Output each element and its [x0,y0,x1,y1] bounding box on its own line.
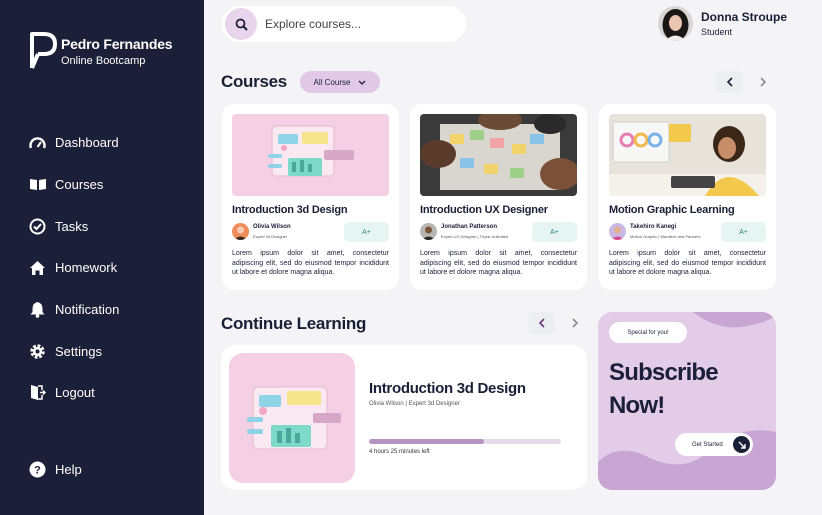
continue-course-thumbnail [229,353,355,483]
nav-label: Logout [55,385,95,401]
nav-label: Settings [55,343,102,359]
courses-title: Courses [221,72,287,91]
author-avatar [232,223,249,240]
chevron-right-icon [571,318,578,328]
search-bar [222,6,466,42]
get-started-button[interactable]: Get Started [675,433,753,456]
user-role: Student [701,27,733,37]
author-role: Expert UX Designer | Thynk Unlimited [441,234,509,239]
nav-label: Help [55,462,82,478]
time-left: 4 hours 25 minutes left [369,449,430,455]
dashboard-icon [28,133,47,152]
nav-label: Homework [55,260,118,276]
chevron-left-icon [538,318,545,328]
svg-text:?: ? [34,465,41,477]
nav-item-dashboard[interactable]: Dashboard [28,122,119,164]
brand-name: Pedro Fernandes [61,36,173,52]
special-badge: Special for you! [609,322,687,343]
nav-item-notification[interactable]: Notification [28,289,119,331]
courses-next-button[interactable] [749,71,776,93]
course-thumbnail [232,114,389,196]
book-icon [28,175,47,194]
progress-bar [369,439,561,444]
continue-course-author: Olivia Wilson | Expert 3d Designer [369,401,460,407]
continue-prev-button[interactable] [528,312,555,334]
grade-badge: A+ [721,222,766,242]
brand-logo-icon [30,32,57,69]
nav-item-courses[interactable]: Courses [28,164,119,206]
home-icon [28,258,47,277]
check-circle-icon [28,217,47,236]
nav-label: Tasks [55,218,89,234]
grade-badge: A+ [344,222,389,242]
filter-label: All Course [313,77,351,87]
author-name: Olivia Wilson [253,224,291,230]
nav-item-logout[interactable]: Logout [28,372,119,414]
author-role: Expert 3d Designer [253,234,288,239]
user-profile[interactable]: Donna Stroupe Student [658,6,787,41]
user-avatar [658,6,693,41]
course-card[interactable]: Introduction UX Designer Jonathan Patter… [410,104,587,290]
continue-course-title: Introduction 3d Design [369,380,526,397]
course-title: Motion Graphic Learning [609,204,735,216]
nav-item-homework[interactable]: Homework [28,247,119,289]
nav-menu: Dashboard Courses Tasks Homework Notific… [28,122,119,414]
author-name: Jonathan Patterson [441,224,498,230]
course-card[interactable]: Motion Graphic Learning Takehiro Kanegi … [599,104,776,290]
continue-learning-title: Continue Learning [221,314,367,333]
author-role: Motion Graphic | Wardiere and Partners [630,234,701,239]
subscribe-card: Special for you! Subscribe Now! Get Star… [598,312,776,490]
course-title: Introduction 3d Design [232,204,348,216]
help-icon: ? [28,460,47,479]
nav-label: Notification [55,302,120,318]
continue-learning-card[interactable]: Introduction 3d Design Olivia Wilson | E… [221,345,587,490]
author-avatar [609,223,626,240]
author-name: Takehiro Kanegi [630,224,677,230]
subscribe-title-line: Subscribe [609,359,719,386]
search-input[interactable] [265,17,455,31]
search-icon [235,18,248,31]
search-button[interactable] [225,8,257,40]
gear-icon [28,342,47,361]
course-description: Lorem ipsum dolor sit amet, consectetur … [420,250,577,276]
get-started-label: Get Started [692,441,723,448]
grade-badge: A+ [532,222,577,242]
courses-prev-button[interactable] [716,71,743,93]
nav-item-settings[interactable]: Settings [28,330,119,372]
course-description: Lorem ipsum dolor sit amet, consectetur … [609,250,766,276]
author-avatar [420,223,437,240]
chevron-left-icon [726,77,733,87]
course-thumbnail [420,114,577,196]
nav-label: Dashboard [55,135,119,151]
nav-item-tasks[interactable]: Tasks [28,205,119,247]
brand-subtitle: Online Bootcamp [61,55,146,67]
logout-icon [28,383,47,402]
chevron-right-icon [759,77,766,87]
course-thumbnail [609,114,766,196]
bell-icon [28,300,47,319]
course-title: Introduction UX Designer [420,204,548,216]
subscribe-title-line: Now! [609,392,665,419]
sidebar: Pedro Fernandes Online Bootcamp Dashboar… [0,0,204,515]
chevron-down-icon [358,80,366,85]
brand: Pedro Fernandes Online Bootcamp [28,30,173,70]
progress-fill [369,439,485,444]
nav-label: Courses [55,177,104,193]
course-description: Lorem ipsum dolor sit amet, consectetur … [232,250,389,276]
course-filter-dropdown[interactable]: All Course [300,71,380,93]
arrow-down-right-icon [733,436,750,453]
continue-next-button[interactable] [561,312,588,334]
user-name: Donna Stroupe [701,10,787,24]
subscribe-title: Subscribe Now! [609,356,719,422]
nav-item-help[interactable]: ? Help [28,449,82,491]
course-card[interactable]: Introduction 3d Design Olivia Wilson Exp… [222,104,399,290]
